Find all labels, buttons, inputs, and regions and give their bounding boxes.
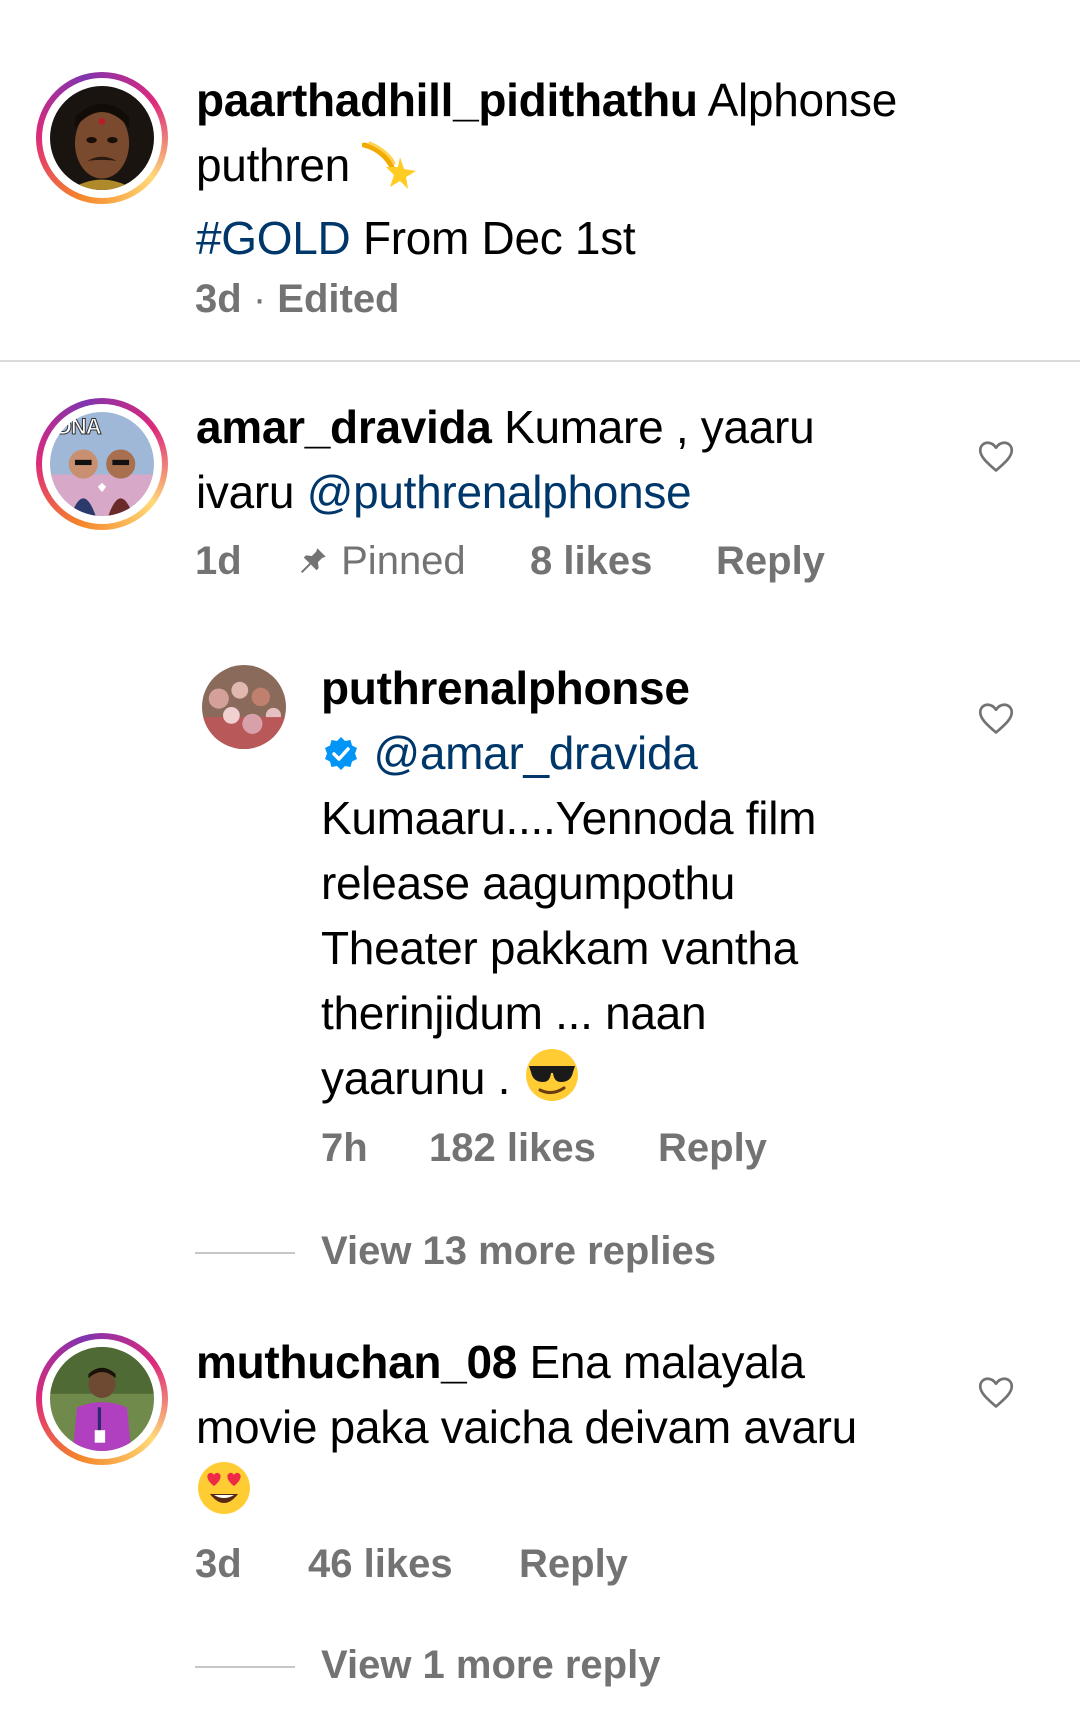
reply-avatar[interactable]: [202, 665, 286, 749]
view-more-replies-button[interactable]: View 1 more reply: [321, 1643, 660, 1688]
caption-meta: 3d · Edited: [195, 277, 400, 321]
caption-edited: Edited: [277, 277, 400, 321]
like-heart-icon[interactable]: [978, 702, 1014, 736]
like-heart-icon[interactable]: [978, 1376, 1014, 1410]
reply-mention-link[interactable]: @amar_dravida: [373, 727, 697, 779]
comment-username[interactable]: muthuchan_08: [196, 1336, 517, 1388]
reply-button[interactable]: Reply: [519, 1539, 628, 1589]
comment-avatar[interactable]: DNA: [36, 398, 168, 530]
comment-time: 1d: [195, 539, 242, 583]
comment-text: amar_dravida Kumare , yaaru ivaru @puthr…: [196, 401, 815, 518]
avatar-badge: DNA: [56, 414, 103, 440]
verified-icon: [321, 727, 361, 770]
reply-text: puthrenalphonse @amar_dravida Kumaaru...…: [321, 656, 921, 1119]
comment-avatar[interactable]: [36, 1333, 168, 1465]
likes-count[interactable]: 8 likes: [530, 536, 652, 586]
reply-button[interactable]: Reply: [658, 1123, 767, 1173]
sunglasses-emoji: [523, 1048, 581, 1119]
likes-count[interactable]: 182 likes: [429, 1123, 596, 1173]
comment-text: muthuchan_08 Ena malayala movie paka vai…: [196, 1330, 976, 1533]
avatar-photo: [50, 86, 154, 190]
pin-icon: [296, 540, 330, 574]
caption-username[interactable]: paarthadhill_pidithathu: [196, 74, 698, 126]
comment-meta: 1d: [195, 536, 242, 586]
view-more-replies-button[interactable]: View 13 more replies: [321, 1229, 716, 1274]
dizzy-emoji: [361, 141, 418, 206]
comment-username[interactable]: amar_dravida: [196, 401, 492, 453]
divider: [0, 360, 1080, 362]
caption-text: paarthadhill_pidithathu Alphonse puthren…: [196, 74, 898, 264]
likes-count[interactable]: 46 likes: [308, 1539, 453, 1589]
mention-link[interactable]: @puthrenalphonse: [307, 466, 692, 518]
view-replies-line: [195, 1666, 295, 1668]
avatar-photo: [202, 665, 286, 749]
reply-time: 7h: [321, 1126, 368, 1170]
reply-button[interactable]: Reply: [716, 536, 825, 586]
like-heart-icon[interactable]: [978, 440, 1014, 474]
caption-time: 3d: [195, 277, 242, 321]
view-replies-line: [195, 1252, 295, 1254]
heart-eyes-emoji: [196, 1460, 252, 1533]
comment-time: 3d: [195, 1542, 242, 1586]
reply-username[interactable]: puthrenalphonse: [321, 662, 690, 714]
pinned-indicator: Pinned: [296, 536, 466, 586]
caption-avatar[interactable]: [36, 72, 168, 204]
hashtag-link[interactable]: #GOLD: [196, 212, 351, 264]
avatar-photo: [50, 1347, 154, 1451]
